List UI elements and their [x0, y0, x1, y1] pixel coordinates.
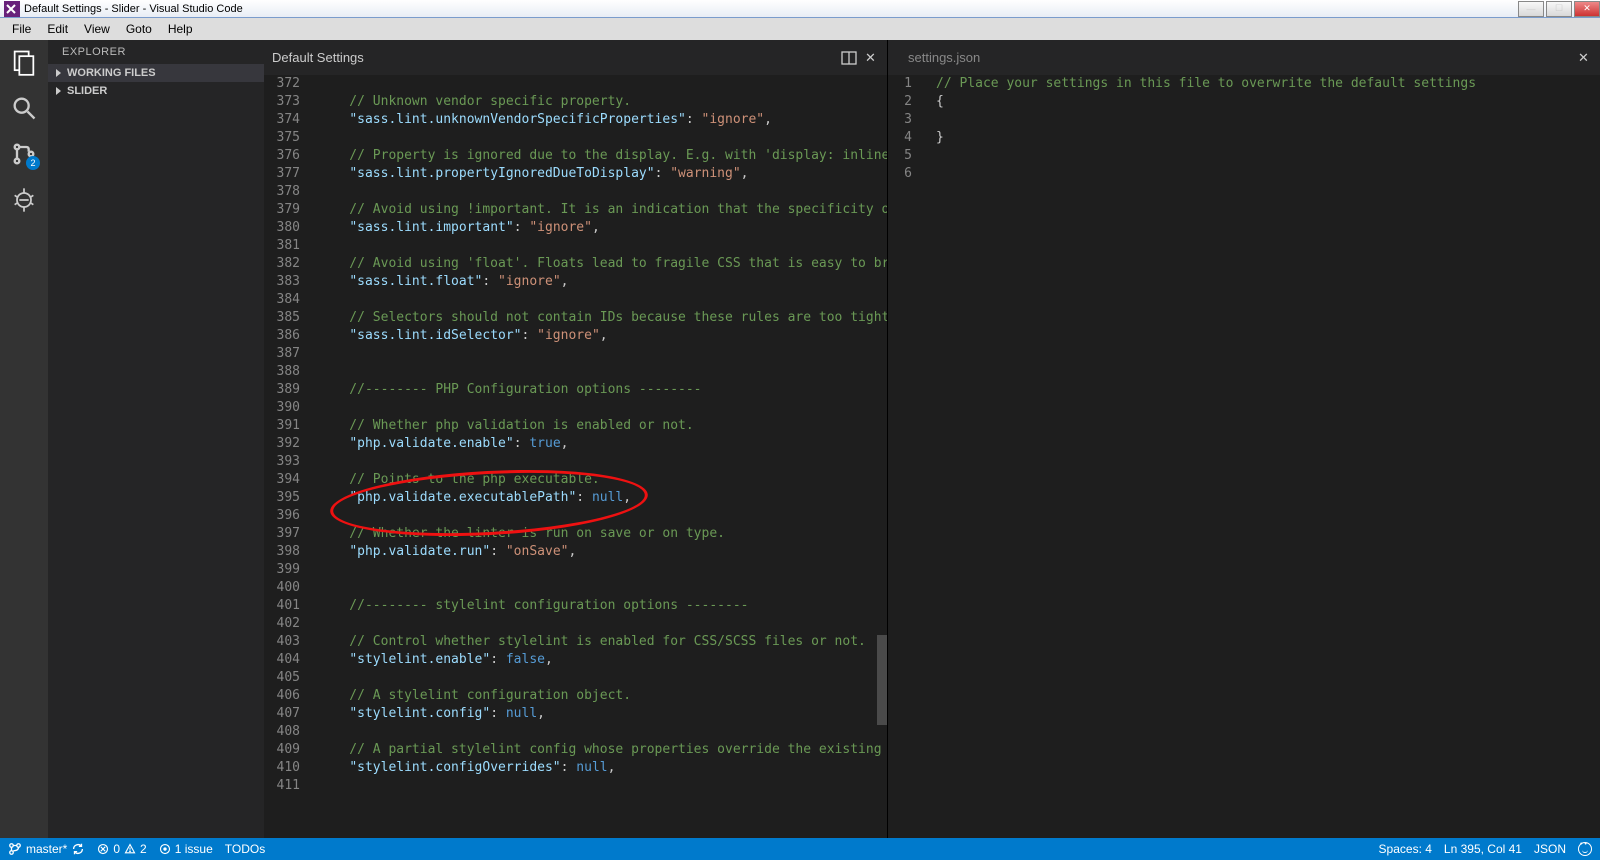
feedback-icon[interactable] [1578, 842, 1592, 856]
close-tab-icon[interactable]: ✕ [865, 50, 881, 66]
menu-view[interactable]: View [76, 20, 118, 38]
code-editor-right[interactable]: 123456 // Place your settings in this fi… [888, 75, 1600, 838]
sidebar-section-slider[interactable]: SLIDER [48, 82, 264, 100]
activity-bar: 2 [0, 40, 48, 838]
error-icon [97, 843, 109, 855]
sidebar-title: EXPLORER [48, 40, 264, 64]
sidebar: EXPLORER WORKING FILES SLIDER [48, 40, 264, 838]
warning-icon [124, 843, 136, 855]
sidebar-section-label: WORKING FILES [67, 67, 156, 79]
sidebar-section-label: SLIDER [67, 85, 107, 97]
maximize-button[interactable]: ☐ [1546, 1, 1572, 17]
status-branch[interactable]: master* [8, 842, 85, 856]
menu-file[interactable]: File [4, 20, 39, 38]
scrollbar-thumb[interactable] [877, 635, 887, 725]
chevron-right-icon [56, 69, 61, 77]
status-issues-text: 1 issue [175, 842, 213, 856]
tab-title-right[interactable]: settings.json [896, 50, 980, 65]
status-errors-count: 0 [113, 842, 120, 856]
status-issues[interactable]: 1 issue [159, 842, 213, 856]
scm-badge: 2 [26, 156, 40, 170]
search-icon[interactable] [10, 94, 38, 122]
code-editor-left[interactable]: 3723733743753763773783793803813823833843… [264, 75, 887, 838]
close-button[interactable]: ✕ [1574, 1, 1600, 17]
debug-icon[interactable] [10, 186, 38, 214]
status-pos-text: Ln 395, Col 41 [1444, 842, 1522, 856]
sync-icon [71, 842, 85, 856]
git-branch-icon [8, 842, 22, 856]
status-cursor-position[interactable]: Ln 395, Col 41 [1444, 842, 1522, 856]
menubar: FileEditViewGotoHelp [0, 18, 1600, 40]
status-todos-text: TODOs [225, 842, 265, 856]
editor-settings-json: settings.json ✕ 123456 // Place your set… [888, 40, 1600, 838]
menu-goto[interactable]: Goto [118, 20, 160, 38]
status-indentation[interactable]: Spaces: 4 [1379, 842, 1432, 856]
source-control-icon[interactable]: 2 [10, 140, 38, 168]
status-spaces-text: Spaces: 4 [1379, 842, 1432, 856]
status-todos[interactable]: TODOs [225, 842, 265, 856]
window-titlebar: Default Settings - Slider - Visual Studi… [0, 0, 1600, 18]
minimize-button[interactable]: — [1518, 1, 1544, 17]
status-bar: master* 0 2 1 issue TODOs Spaces: 4 Ln 3… [0, 838, 1600, 860]
editor-default-settings: Default Settings ✕ 372373374375376377378… [264, 40, 888, 838]
status-branch-text: master* [26, 842, 67, 856]
status-language-mode[interactable]: JSON [1534, 842, 1566, 856]
status-problems[interactable]: 0 2 [97, 842, 146, 856]
tab-title-left[interactable]: Default Settings [272, 50, 364, 65]
menu-edit[interactable]: Edit [39, 20, 76, 38]
close-tab-icon[interactable]: ✕ [1578, 50, 1594, 66]
issue-icon [159, 843, 171, 855]
chevron-right-icon [56, 87, 61, 95]
tab-row-left: Default Settings ✕ [264, 40, 887, 75]
tab-row-right: settings.json ✕ [888, 40, 1600, 75]
window-title: Default Settings - Slider - Visual Studi… [24, 3, 1516, 15]
sidebar-section-working-files[interactable]: WORKING FILES [48, 64, 264, 82]
app-icon [4, 1, 20, 17]
menu-help[interactable]: Help [160, 20, 201, 38]
smiley-icon [1578, 842, 1592, 856]
status-warnings-count: 2 [140, 842, 147, 856]
status-lang-text: JSON [1534, 842, 1566, 856]
explorer-icon[interactable] [10, 48, 38, 76]
split-editor-icon[interactable] [841, 50, 857, 66]
